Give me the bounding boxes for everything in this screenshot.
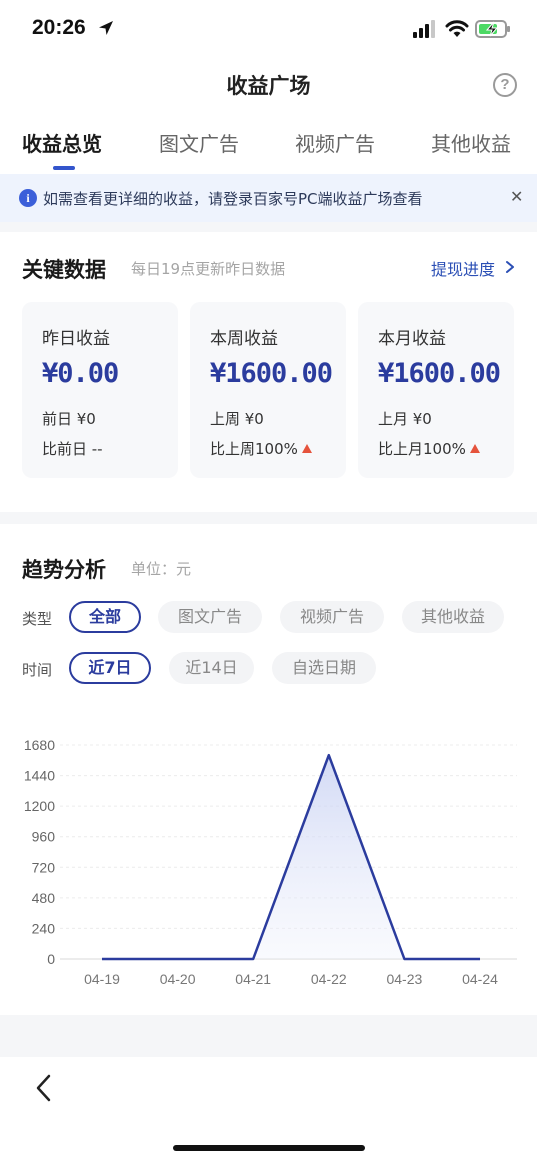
tab-bar: 收益总览 图文广告 视频广告 其他收益 xyxy=(0,124,537,172)
card-compare: 比上周100% xyxy=(210,438,312,459)
type-chip-video[interactable]: 视频广告 xyxy=(280,601,384,633)
notice-banner: i 如需查看更详细的收益，请登录百家号PC端收益广场查看 ✕ xyxy=(0,174,537,222)
card-compare: 比上月100% xyxy=(378,438,480,459)
card-value: ¥0.00 xyxy=(42,358,119,389)
chevron-right-icon[interactable] xyxy=(503,260,517,274)
y-tick-label: 1440 xyxy=(24,768,55,784)
page-title: 收益广场 xyxy=(226,74,311,98)
key-data-title: 关键数据 xyxy=(22,258,106,282)
card-previous: 上月 ¥0 xyxy=(378,410,432,428)
x-tick-label: 04-20 xyxy=(160,971,196,987)
card-label: 本周收益 xyxy=(210,329,278,349)
active-tab-indicator xyxy=(53,166,75,170)
x-tick-label: 04-22 xyxy=(311,971,347,987)
y-tick-label: 240 xyxy=(32,920,56,936)
card-compare-text: 比上月100% xyxy=(378,440,466,458)
y-tick-label: 1200 xyxy=(24,798,55,814)
location-arrow-icon xyxy=(99,21,113,35)
trend-up-icon xyxy=(301,444,312,453)
section-divider xyxy=(0,222,537,232)
help-icon[interactable]: ? xyxy=(493,73,517,97)
type-filter-label: 类型 xyxy=(22,610,53,628)
back-chevron-icon[interactable] xyxy=(34,1073,54,1103)
card-value: ¥1600.00 xyxy=(210,358,333,389)
trend-up-icon xyxy=(469,444,480,453)
y-tick-label: 0 xyxy=(47,951,55,967)
close-icon[interactable]: ✕ xyxy=(510,187,523,206)
card-previous: 上周 ¥0 xyxy=(210,410,264,428)
trend-title: 趋势分析 xyxy=(22,558,106,582)
tab-image-text-ads[interactable]: 图文广告 xyxy=(159,128,239,157)
key-data-subtitle: 每日19点更新昨日数据 xyxy=(131,260,286,278)
status-time: 20:26 xyxy=(32,16,86,39)
card-compare-text: 比上周100% xyxy=(210,440,298,458)
tab-other-income[interactable]: 其他收益 xyxy=(431,128,511,157)
month-income-card[interactable]: 本月收益 ¥1600.00 上月 ¥0 比上月100% xyxy=(358,302,514,478)
y-tick-label: 720 xyxy=(32,859,56,875)
yesterday-income-card[interactable]: 昨日收益 ¥0.00 前日 ¥0 比前日 -- xyxy=(22,302,178,478)
time-filter-label: 时间 xyxy=(22,661,53,679)
week-income-card[interactable]: 本周收益 ¥1600.00 上周 ¥0 比上周100% xyxy=(190,302,346,478)
y-tick-label: 960 xyxy=(32,829,56,845)
time-chip-7-days[interactable]: 近7日 xyxy=(69,652,151,684)
info-icon: i xyxy=(19,189,37,207)
time-chip-custom-date[interactable]: 自选日期 xyxy=(272,652,376,684)
type-chip-all[interactable]: 全部 xyxy=(69,601,141,633)
card-compare: 比前日 -- xyxy=(42,438,103,459)
notice-text: 如需查看更详细的收益，请登录百家号PC端收益广场查看 xyxy=(43,190,423,208)
type-chip-other[interactable]: 其他收益 xyxy=(402,601,504,633)
section-divider xyxy=(0,512,537,524)
battery-charging-icon xyxy=(475,20,510,38)
card-value: ¥1600.00 xyxy=(378,358,501,389)
bottom-spacer xyxy=(0,1015,537,1057)
x-tick-label: 04-21 xyxy=(235,971,271,987)
home-indicator xyxy=(173,1145,365,1151)
x-tick-label: 04-24 xyxy=(462,971,498,987)
time-chip-14-days[interactable]: 近14日 xyxy=(169,652,254,684)
card-previous: 前日 ¥0 xyxy=(42,410,96,428)
tab-overview[interactable]: 收益总览 xyxy=(22,128,102,157)
card-label: 昨日收益 xyxy=(42,329,110,349)
withdraw-progress-link[interactable]: 提现进度 xyxy=(431,256,495,280)
trend-unit: 单位：元 xyxy=(131,560,192,578)
y-tick-label: 1680 xyxy=(24,737,55,753)
card-compare-text: 比前日 -- xyxy=(42,440,103,458)
y-tick-label: 480 xyxy=(32,890,56,906)
status-bar: 20:26 xyxy=(0,0,537,58)
card-label: 本月收益 xyxy=(378,329,446,349)
x-tick-label: 04-23 xyxy=(386,971,422,987)
wifi-icon xyxy=(445,20,469,37)
cellular-signal-icon xyxy=(413,20,435,38)
tab-video-ads[interactable]: 视频广告 xyxy=(295,128,375,157)
type-chip-image-text[interactable]: 图文广告 xyxy=(158,601,262,633)
x-tick-label: 04-19 xyxy=(84,971,120,987)
trend-chart: 0 240 480 720 960 1200 1440 1680 04-19 04-20 04-21… xyxy=(24,737,517,987)
